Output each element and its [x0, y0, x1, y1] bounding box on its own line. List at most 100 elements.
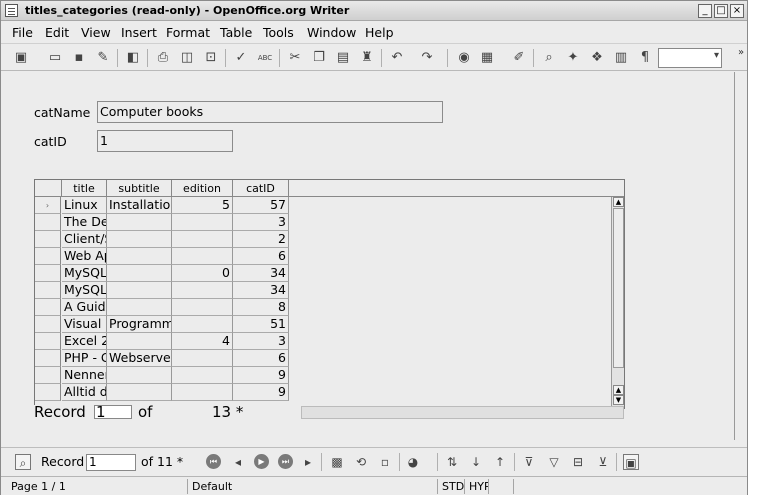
grid-cell-catid[interactable]: 9	[233, 367, 289, 384]
grid-cell-edition[interactable]	[172, 367, 233, 384]
grid-cell-catid[interactable]: 2	[233, 231, 289, 248]
grid-cell-title[interactable]: Visual E	[62, 316, 107, 333]
autospellcheck-icon[interactable]: ABC	[257, 50, 273, 66]
apply-filter-icon[interactable]: ▽	[546, 454, 562, 470]
copy-icon[interactable]: ❐	[311, 50, 327, 66]
catid-field[interactable]: 1	[97, 130, 233, 152]
grid-cell-title[interactable]: Linux	[62, 197, 107, 214]
grid-cell-subtitle[interactable]	[107, 282, 172, 299]
print-icon[interactable]: ⎙	[155, 50, 171, 66]
column-header-edition[interactable]: edition	[172, 180, 233, 197]
row-selector[interactable]	[35, 282, 61, 299]
grid-cell-title[interactable]: PHP - G	[62, 350, 107, 367]
status-selection-mode[interactable]: STD	[437, 479, 464, 494]
open-icon[interactable]: ▭	[47, 50, 63, 66]
menu-tools[interactable]: Tools	[263, 25, 294, 40]
delete-record-icon[interactable]: ▫	[377, 454, 393, 470]
grid-cell-edition[interactable]: 4	[172, 333, 233, 350]
row-selector[interactable]	[35, 367, 61, 384]
grid-cell-edition[interactable]	[172, 282, 233, 299]
next-record-icon[interactable]: ▶	[254, 454, 269, 469]
grid-cell-catid[interactable]: 3	[233, 333, 289, 350]
column-header-title[interactable]: title	[62, 180, 107, 197]
row-selector[interactable]	[35, 248, 61, 265]
row-selector[interactable]	[35, 231, 61, 248]
column-header-catid[interactable]: catID	[233, 180, 289, 197]
menu-file[interactable]: File	[12, 25, 33, 40]
grid-cell-edition[interactable]	[172, 350, 233, 367]
datasource-as-table-icon[interactable]: ▣	[623, 454, 639, 470]
refresh-icon[interactable]: ◕	[405, 454, 421, 470]
paste-icon[interactable]: ▤	[335, 50, 351, 66]
grid-cell-title[interactable]: A Guide	[62, 299, 107, 316]
print-preview-icon[interactable]: ◫	[179, 50, 195, 66]
status-hyperlink-mode[interactable]: HYP	[464, 479, 488, 494]
table-control-grid[interactable]: title subtitle edition catID › Linux Insta…	[34, 179, 625, 409]
grid-cell-catid[interactable]: 6	[233, 350, 289, 367]
nonprinting-characters-icon[interactable]: ¶	[637, 50, 653, 66]
grid-cell-edition[interactable]	[172, 384, 233, 401]
grid-horizontal-scrollbar[interactable]	[301, 406, 624, 419]
gallery-icon[interactable]: ❖	[589, 50, 605, 66]
scroll-up-arrow-icon[interactable]: ▲	[613, 385, 624, 395]
row-selector[interactable]: ›	[35, 197, 61, 214]
grid-cell-subtitle[interactable]	[107, 248, 172, 265]
grid-cell-title[interactable]: MySQL	[62, 282, 107, 299]
toolbar-more-chevron-icon[interactable]: »	[738, 47, 744, 58]
menu-view[interactable]: View	[81, 25, 111, 40]
row-selector[interactable]	[35, 333, 61, 350]
grid-cell-subtitle[interactable]	[107, 231, 172, 248]
grid-cell-title[interactable]: Web Ap	[62, 248, 107, 265]
grid-cell-edition[interactable]	[172, 214, 233, 231]
datasources-icon[interactable]: ▥	[613, 50, 629, 66]
grid-cell-catid[interactable]: 9	[233, 384, 289, 401]
row-selector[interactable]	[35, 299, 61, 316]
grid-cell-title[interactable]: Client/S	[62, 231, 107, 248]
sort-descending-icon[interactable]: ↑	[492, 454, 508, 470]
page-preview-icon[interactable]: ⊡	[203, 50, 219, 66]
grid-cell-subtitle[interactable]	[107, 384, 172, 401]
grid-cell-edition[interactable]	[172, 299, 233, 316]
spellcheck-icon[interactable]: ✓	[233, 50, 249, 66]
row-selector[interactable]	[35, 350, 61, 367]
scroll-down-arrow-icon[interactable]: ▼	[613, 395, 624, 405]
sort-icon[interactable]: ⇅	[444, 454, 460, 470]
save-icon[interactable]: ▪	[71, 50, 87, 66]
minimize-button[interactable]: _	[698, 4, 712, 18]
menu-insert[interactable]: Insert	[121, 25, 157, 40]
grid-cell-subtitle[interactable]	[107, 299, 172, 316]
grid-cell-title[interactable]: MySQL	[62, 265, 107, 282]
close-button[interactable]: ×	[730, 4, 744, 18]
grid-cell-title[interactable]: Nennen	[62, 367, 107, 384]
row-selector[interactable]	[35, 384, 61, 401]
scroll-up-arrow-icon[interactable]: ▲	[613, 197, 624, 207]
export-pdf-icon[interactable]: ◧	[125, 50, 141, 66]
menu-table[interactable]: Table	[220, 25, 252, 40]
grid-cell-title[interactable]: The Def	[62, 214, 107, 231]
grid-cell-catid[interactable]: 6	[233, 248, 289, 265]
last-record-icon[interactable]: ⏭	[278, 454, 293, 469]
grid-cell-subtitle[interactable]: Programmie	[107, 316, 172, 333]
format-paintbrush-icon[interactable]: ♜	[359, 50, 375, 66]
grid-cell-subtitle[interactable]	[107, 367, 172, 384]
grid-cell-catid[interactable]: 57	[233, 197, 289, 214]
column-header-subtitle[interactable]: subtitle	[107, 180, 172, 197]
redo-icon[interactable]: ↷	[419, 50, 435, 66]
grid-cell-catid[interactable]: 8	[233, 299, 289, 316]
grid-cell-edition[interactable]	[172, 248, 233, 265]
grid-cell-subtitle[interactable]: Installation,	[107, 197, 172, 214]
grid-cell-title[interactable]: Alltid de	[62, 384, 107, 401]
grid-cell-catid[interactable]: 34	[233, 265, 289, 282]
scroll-thumb[interactable]	[613, 208, 624, 368]
menu-format[interactable]: Format	[166, 25, 210, 40]
draw-functions-icon[interactable]: ✐	[511, 50, 527, 66]
cut-icon[interactable]: ✂	[287, 50, 303, 66]
grid-cell-catid[interactable]: 51	[233, 316, 289, 333]
hyperlink-icon[interactable]: ◉	[456, 50, 472, 66]
grid-cell-subtitle[interactable]	[107, 214, 172, 231]
grid-cell-edition[interactable]	[172, 316, 233, 333]
grid-cell-subtitle[interactable]	[107, 265, 172, 282]
zoom-combo[interactable]	[658, 48, 722, 68]
new-document-icon[interactable]: ▣	[13, 50, 29, 66]
row-selector[interactable]	[35, 316, 61, 333]
